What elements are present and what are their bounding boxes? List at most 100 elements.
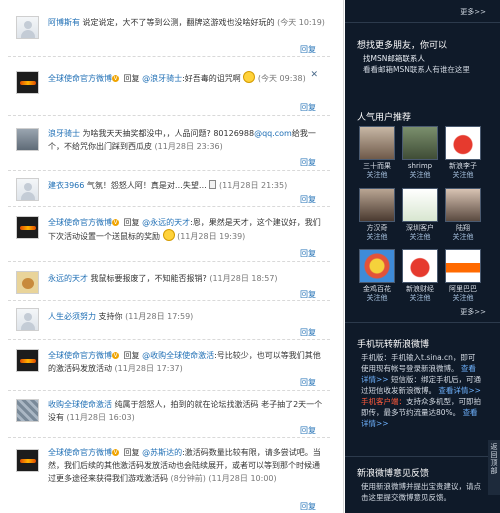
client-highlight[interactable]: 手机客户端： — [361, 397, 406, 406]
comment-item: 全球使命官方微博V 回复 @收购全球使命激活:号比较少，也可以等我们其他的激活码… — [8, 341, 330, 391]
avatar[interactable] — [16, 178, 39, 201]
comment-author[interactable]: 全球使命官方微博 — [48, 448, 112, 457]
reply-button[interactable]: 回复 — [300, 44, 316, 55]
user-avatar[interactable] — [445, 249, 481, 283]
comment-author[interactable]: 全球使命官方微博 — [48, 74, 112, 83]
find-msn-desc: 看看邮箱MSN联系人有谁在这里 — [363, 65, 470, 74]
user-name[interactable]: 新浪财经 — [398, 285, 442, 294]
avatar[interactable] — [16, 399, 39, 422]
mobile-version-text: 手机版：手机输入t.sina.cn，即可使用现有帐号登录新浪微博。 — [361, 353, 476, 373]
follow-link[interactable]: 关注他 — [398, 171, 442, 180]
comment-time: (11月28日 23:36) — [154, 142, 223, 151]
user-name[interactable]: shrimp — [398, 162, 442, 171]
back-to-top-button[interactable]: 返回顶部 — [488, 440, 500, 495]
comment-text: 为啥我天天抽奖都没中，，人品问题? 80126988 — [82, 129, 255, 138]
comment-author[interactable]: 阿博斯有 — [48, 18, 80, 27]
follow-link[interactable]: 关注他 — [441, 294, 485, 303]
reply-button[interactable]: 回复 — [300, 157, 316, 168]
mobile-text: 手机版：手机输入t.sina.cn，即可使用现有帐号登录新浪微博。 查看详情>>… — [361, 352, 481, 429]
follow-link[interactable]: 关注他 — [441, 171, 485, 180]
verified-icon: V — [112, 449, 119, 456]
user-name[interactable]: 深圳客户 — [398, 224, 442, 233]
image-icon[interactable] — [209, 180, 217, 189]
user-avatar[interactable] — [445, 188, 481, 222]
popular-users-title: 人气用户推荐 — [357, 113, 412, 123]
reply-button[interactable]: 回复 — [300, 194, 316, 205]
user-avatar[interactable] — [359, 126, 395, 160]
follow-link[interactable]: 关注他 — [398, 294, 442, 303]
details-link[interactable]: 查看详情>> — [438, 386, 481, 395]
user-avatar[interactable] — [402, 188, 438, 222]
comment-author[interactable]: 人生必须努力 — [48, 312, 96, 321]
reply-button[interactable]: 回复 — [300, 501, 316, 512]
user-avatar[interactable] — [359, 188, 395, 222]
user-name[interactable]: 陆翔 — [441, 224, 485, 233]
follow-link[interactable]: 关注他 — [441, 233, 485, 242]
reply-prefix: 回复 — [123, 448, 140, 457]
avatar[interactable] — [16, 16, 39, 39]
reply-button[interactable]: 回复 — [300, 102, 316, 113]
reply-prefix: 回复 — [123, 218, 140, 227]
mention-link[interactable]: @永远的天才 — [142, 218, 190, 227]
comment-item: 全球使命官方微博V 回复 @浪牙骑士:好吾毒的诅咒啊 (今天 09:38) 回复 — [8, 58, 330, 116]
reply-button[interactable]: 回复 — [300, 327, 316, 338]
avatar[interactable] — [16, 349, 39, 372]
user-name[interactable]: 阿里巴巴 — [441, 285, 485, 294]
user-name[interactable]: 方汉奇 — [355, 224, 399, 233]
comment-time: (8分钟前) (11月28日 10:00) — [170, 474, 277, 483]
comment-author[interactable]: 收购全球使命激活 — [48, 400, 112, 409]
comment-time: (11月28日 18:57) — [209, 274, 278, 283]
mention-link[interactable]: @苏斯达的 — [142, 448, 182, 457]
email-link[interactable]: @qq.com — [254, 129, 292, 138]
comment-item: 收购全球使命激活 纯属于怨怒人，拍到的就在论坛找激活码 老子抽了2天一个没有 (… — [8, 392, 330, 438]
reply-button[interactable]: 回复 — [300, 425, 316, 436]
comment-item: 浪牙骑士 为啥我天天抽奖都没中，，人品问题? 80126988@qq.com给我… — [8, 117, 330, 171]
user-avatar[interactable] — [359, 249, 395, 283]
avatar[interactable] — [16, 71, 39, 94]
comment-text: :好吾毒的诅咒啊 — [182, 74, 241, 83]
divider — [345, 456, 500, 457]
follow-link[interactable]: 关注他 — [398, 233, 442, 242]
comment-author[interactable]: 建衣3966 — [48, 181, 84, 190]
avatar[interactable] — [16, 449, 39, 472]
user-name[interactable]: 新浪李子 — [441, 162, 485, 171]
verified-icon: V — [112, 352, 119, 359]
user-name[interactable]: 金鸡百花 — [355, 285, 399, 294]
reply-button[interactable]: 回复 — [300, 377, 316, 388]
user-avatar[interactable] — [402, 126, 438, 160]
verified-icon: V — [112, 219, 119, 226]
more-users-link[interactable]: 更多>> — [460, 307, 486, 317]
follow-link[interactable]: 关注他 — [355, 171, 399, 180]
comment-author[interactable]: 永远的天才 — [48, 274, 88, 283]
comment-author[interactable]: 全球使命官方微博 — [48, 351, 112, 360]
comment-feed: 阿博斯有 说定说定，大不了等到公测，翻牌这游戏也没啥好玩的 (今天 10:19)… — [0, 0, 344, 513]
user-avatar[interactable] — [445, 126, 481, 160]
avatar[interactable] — [16, 128, 39, 151]
comment-text: 说定说定，大不了等到公测，翻牌这游戏也没啥好玩的 — [82, 18, 275, 27]
comment-item: 建衣3966 气氛！怨怒人阿！真是对…失望… (11月28日 21:35) 回复 — [8, 172, 330, 207]
user-name[interactable]: 三十而果 — [355, 162, 399, 171]
find-msn-link[interactable]: 找MSN邮箱联系人 — [363, 53, 425, 64]
avatar[interactable] — [16, 308, 39, 331]
mention-link[interactable]: @收购全球使命激活 — [142, 351, 214, 360]
user-avatar[interactable] — [402, 249, 438, 283]
more-link-top[interactable]: 更多>> — [460, 7, 486, 17]
follow-link[interactable]: 关注他 — [355, 233, 399, 242]
follow-link[interactable]: 关注他 — [355, 294, 399, 303]
comment-time: (今天 09:38) — [257, 74, 306, 83]
reply-button[interactable]: 回复 — [300, 248, 316, 259]
emoticon-icon — [243, 71, 256, 83]
comment-author[interactable]: 浪牙骑士 — [48, 129, 80, 138]
comment-item: 全球使命官方微博V 回复 @苏斯达的:激活码数量比较有限，请多尝试吧。当然，我们… — [8, 439, 330, 513]
avatar[interactable] — [16, 216, 39, 239]
close-icon[interactable]: ✕ — [310, 70, 318, 80]
feedback-text[interactable]: 使用新浪微博并提出宝贵建议，请点击这里提交微博意见反馈。 — [361, 481, 481, 503]
avatar[interactable] — [16, 271, 39, 294]
mention-link[interactable]: @浪牙骑士 — [142, 74, 182, 83]
comment-text: 支持你 — [98, 312, 123, 321]
comment-author[interactable]: 全球使命官方微博 — [48, 218, 112, 227]
divider — [345, 22, 500, 23]
mobile-title: 手机玩转新浪微博 — [357, 340, 430, 350]
sidebar: 更多>> 想找更多朋友，你可以 找MSN邮箱联系人 看看邮箱MSN联系人有谁在这… — [345, 0, 500, 513]
reply-button[interactable]: 回复 — [300, 289, 316, 300]
